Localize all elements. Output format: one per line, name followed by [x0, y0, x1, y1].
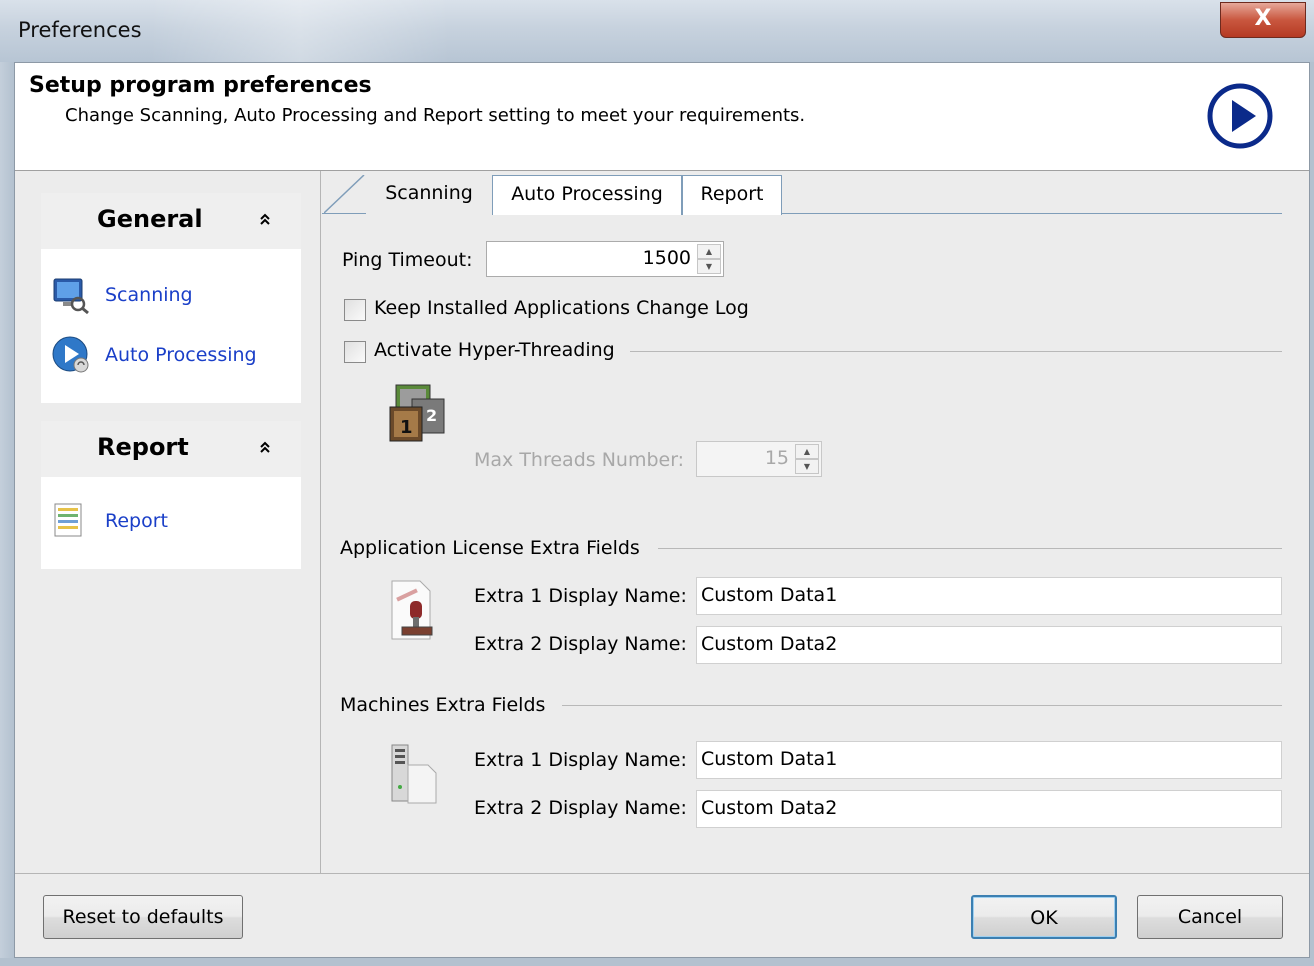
hyper-threading-label: Activate Hyper-Threading	[374, 339, 615, 361]
max-threads-value: 15	[764, 447, 789, 469]
monitor-magnifier-icon	[53, 278, 89, 315]
sidebar: General Scanning Auto Processing Report …	[15, 171, 321, 873]
threads-icon: 1 2	[389, 384, 445, 442]
play-circle-icon	[1207, 83, 1273, 149]
app-extra2-label: Extra 2 Display Name:	[474, 633, 687, 655]
dialog-client-area: Setup program preferences Change Scannin…	[14, 62, 1310, 958]
collapse-chevron-icon[interactable]	[259, 211, 271, 231]
group-title: Report	[97, 433, 189, 461]
cancel-button[interactable]: Cancel	[1137, 895, 1283, 939]
spin-down-icon[interactable]: ▼	[697, 259, 721, 274]
tab-report[interactable]: Report	[682, 175, 782, 215]
section-divider	[630, 351, 1282, 352]
header-title: Setup program preferences	[29, 73, 372, 98]
spin-down-icon[interactable]: ▼	[795, 459, 819, 474]
sidebar-item-report[interactable]: Report	[51, 501, 168, 541]
threads-icon-digit: 2	[426, 406, 437, 425]
machines-section-title: Machines Extra Fields	[340, 694, 546, 716]
group-header-general[interactable]: General	[41, 193, 301, 249]
sidebar-item-auto-processing[interactable]: Auto Processing	[51, 335, 257, 375]
keep-log-checkbox[interactable]	[344, 299, 366, 321]
sidebar-item-label: Auto Processing	[105, 344, 257, 366]
keep-log-label: Keep Installed Applications Change Log	[374, 297, 749, 319]
threads-icon-digit: 1	[400, 417, 413, 438]
tab-auto-processing[interactable]: Auto Processing	[492, 175, 682, 215]
mach-extra2-label: Extra 2 Display Name:	[474, 797, 687, 819]
app-extra1-input[interactable]: Custom Data1	[696, 577, 1282, 615]
mach-extra1-label: Extra 1 Display Name:	[474, 749, 687, 771]
ok-button[interactable]: OK	[971, 895, 1117, 939]
mach-extra2-input[interactable]: Custom Data2	[696, 790, 1282, 828]
window-frame-bottom	[0, 958, 1314, 966]
report-icon	[54, 503, 82, 537]
sidebar-group-general: General Scanning Auto Processing	[41, 193, 301, 403]
sidebar-item-scanning[interactable]: Scanning	[51, 275, 193, 315]
titlebar-glass	[150, 0, 450, 62]
section-divider	[658, 548, 1282, 549]
window-title: Preferences	[18, 18, 142, 42]
window-frame-right	[1310, 62, 1314, 966]
collapse-chevron-icon[interactable]	[259, 439, 271, 459]
hyper-threading-checkbox[interactable]	[344, 341, 366, 363]
window-frame-left	[0, 62, 14, 966]
tab-scanning[interactable]: Scanning	[366, 175, 492, 215]
window-titlebar[interactable]: Preferences X	[0, 0, 1314, 62]
ping-timeout-spinner[interactable]: 1500 ▲ ▼	[486, 241, 724, 277]
header-subtitle: Change Scanning, Auto Processing and Rep…	[65, 105, 806, 126]
max-threads-spinner[interactable]: 15 ▲ ▼	[696, 441, 822, 477]
app-license-section-title: Application License Extra Fields	[340, 537, 640, 559]
spinner-arrows: ▲ ▼	[697, 244, 721, 274]
group-header-report[interactable]: Report	[41, 421, 301, 477]
section-divider	[562, 705, 1282, 706]
server-document-icon	[391, 744, 437, 804]
spin-up-icon[interactable]: ▲	[697, 244, 721, 259]
ping-timeout-label: Ping Timeout:	[342, 249, 473, 271]
main-panel: Scanning Auto Processing Report Ping Tim…	[322, 171, 1309, 873]
spin-up-icon[interactable]: ▲	[795, 444, 819, 459]
sidebar-item-label: Report	[105, 510, 168, 532]
spinner-arrows: ▲ ▼	[795, 444, 819, 474]
reset-defaults-button[interactable]: Reset to defaults	[43, 895, 243, 939]
group-title: General	[97, 205, 203, 233]
close-button[interactable]: X	[1220, 2, 1306, 38]
ping-timeout-value: 1500	[642, 247, 691, 269]
app-extra2-input[interactable]: Custom Data2	[696, 626, 1282, 664]
max-threads-label: Max Threads Number:	[474, 449, 685, 471]
license-stamp-icon	[391, 580, 433, 640]
app-extra1-label: Extra 1 Display Name:	[474, 585, 687, 607]
dialog-header: Setup program preferences Change Scannin…	[15, 63, 1309, 171]
sidebar-group-report: Report Report	[41, 421, 301, 569]
mach-extra1-input[interactable]: Custom Data1	[696, 741, 1282, 779]
auto-processing-icon	[52, 336, 89, 373]
sidebar-item-label: Scanning	[105, 284, 193, 306]
